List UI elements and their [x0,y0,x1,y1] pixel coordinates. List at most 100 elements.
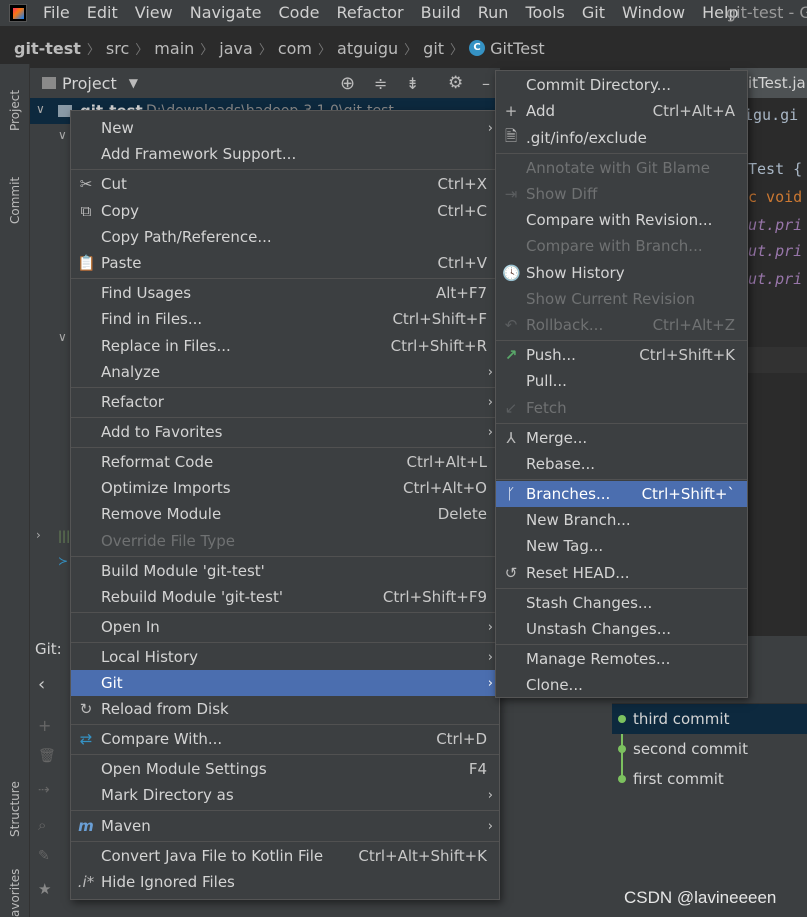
breadcrumb-item-src[interactable]: src [106,39,129,58]
menu-item-add-framework[interactable]: Add Framework Support... [71,141,499,167]
breadcrumb-item-gittest[interactable]: GitTest [490,39,545,58]
breadcrumb-item-main[interactable]: main [154,39,194,58]
chevron-down-icon[interactable]: ∨ [58,128,67,142]
menu-item-open-module-settings[interactable]: Open Module Settings F4 [71,756,499,782]
menu-item-cut[interactable]: ✂ Cut Ctrl+X [71,171,499,197]
menu-item-find-usages[interactable]: Find Usages Alt+F7 [71,280,499,306]
menu-item-commit-directory[interactable]: Commit Directory... [496,72,747,98]
trash-icon[interactable]: 🗑 [38,748,56,764]
menu-item-remove-module[interactable]: Remove Module Delete [71,501,499,527]
breadcrumb-item-com[interactable]: com [278,39,312,58]
menu-window[interactable]: Window [614,0,694,26]
menu-git[interactable]: Git [574,0,614,26]
menu-item-local-history[interactable]: Local History › [71,644,499,670]
menu-item-add-to-favorites[interactable]: Add to Favorites › [71,419,499,445]
menu-item-reset-head[interactable]: ↺ Reset HEAD... [496,560,747,586]
chevron-down-icon[interactable]: ∨ [36,102,45,116]
menu-item-reformat-code[interactable]: Reformat Code Ctrl+Alt+L [71,449,499,475]
menu-item-merge[interactable]: ⅄ Merge... [496,425,747,451]
project-panel-title[interactable]: Project [62,74,117,93]
menu-item-refactor[interactable]: Refactor › [71,389,499,415]
chevron-right-icon[interactable]: › [36,528,41,542]
menu-item-rebase[interactable]: Rebase... [496,451,747,477]
gear-icon[interactable]: ⚙ [448,73,463,93]
menu-edit[interactable]: Edit [79,0,127,26]
reset-icon: ↺ [504,564,518,582]
breadcrumb-item-java[interactable]: java [219,39,253,58]
commit-row[interactable]: third commit [612,704,807,734]
plus-icon[interactable]: + [38,716,51,735]
menu-item-show-diff: ⇥ Show Diff [496,181,747,207]
code-line: igu.gi [744,106,799,124]
commit-row[interactable]: second commit [612,734,807,764]
menu-item-reload-from-disk[interactable]: ↻ Reload from Disk [71,696,499,722]
menu-item-git-info-exclude[interactable]: 🗎 .git/info/exclude [496,125,747,151]
back-arrow-icon[interactable]: ‹ [38,674,45,695]
menu-item-compare-with-revision[interactable]: Compare with Revision... [496,207,747,233]
menu-tools[interactable]: Tools [517,0,573,26]
menu-item-pull[interactable]: Pull... [496,368,747,394]
chevron-down-icon[interactable]: ▼ [129,76,138,90]
code-line: c void [748,188,803,206]
crosshair-icon[interactable]: ⊕ [340,73,355,94]
expand-all-icon[interactable]: ≑ [374,74,387,93]
menu-item-replace-in-files[interactable]: Replace in Files... Ctrl+Shift+R [71,333,499,359]
menu-item-show-history[interactable]: 🕓 Show History [496,260,747,286]
tool-tab-favorites[interactable]: avorites [0,869,30,917]
minimize-icon[interactable]: – [482,74,490,93]
menu-navigate[interactable]: Navigate [182,0,271,26]
collapse-all-icon[interactable]: ⇟ [406,74,419,93]
menu-item-manage-remotes[interactable]: Manage Remotes... [496,646,747,672]
menu-item-new-tag[interactable]: New Tag... [496,533,747,559]
menu-item-copy[interactable]: ⧉ Copy Ctrl+C [71,198,499,224]
menu-item-paste[interactable]: 📋 Paste Ctrl+V [71,250,499,276]
fetch-icon: ↙ [504,399,518,417]
menu-item-clone[interactable]: Clone... [496,672,747,698]
menu-item-stash-changes[interactable]: Stash Changes... [496,590,747,616]
menu-item-convert-to-kotlin[interactable]: Convert Java File to Kotlin File Ctrl+Alt… [71,843,499,869]
menu-item-branches[interactable]: ᚴ Branches... Ctrl+Shift+` [496,481,747,507]
menu-code[interactable]: Code [271,0,329,26]
menu-item-new[interactable]: New › [71,115,499,141]
tool-tab-structure[interactable]: Structure [0,764,30,854]
breadcrumb-item-git[interactable]: git [423,39,444,58]
menu-item-optimize-imports[interactable]: Optimize Imports Ctrl+Alt+O [71,475,499,501]
menu-item-mark-directory-as[interactable]: Mark Directory as › [71,782,499,808]
star-icon[interactable]: ★ [38,880,51,898]
search-icon[interactable]: ⌕ [38,816,46,834]
menu-item-analyze[interactable]: Analyze › [71,359,499,385]
menu-item-annotate-git-blame: Annotate with Git Blame [526,159,710,177]
menu-item-find-in-files[interactable]: Find in Files... Ctrl+Shift+F [71,306,499,332]
breadcrumb-item-atguigu[interactable]: atguigu [337,39,398,58]
menu-item-override-file-type: Override File Type [101,532,235,550]
menu-build[interactable]: Build [413,0,470,26]
menu-item-new-branch[interactable]: New Branch... [496,507,747,533]
menu-refactor[interactable]: Refactor [328,0,412,26]
menu-item-open-in[interactable]: Open In › [71,614,499,640]
commit-dot-icon [618,715,626,723]
menu-item-rebuild-module[interactable]: Rebuild Module 'git-test' Ctrl+Shift+F9 [71,584,499,610]
menu-item-build-module[interactable]: Build Module 'git-test' [71,558,499,584]
left-tool-strip: Project Commit Structure avorites [0,64,30,917]
menu-item-add[interactable]: + Add Ctrl+Alt+A [496,98,747,124]
reload-icon: ↻ [79,700,93,718]
menu-file[interactable]: File [35,0,79,26]
menu-run[interactable]: Run [470,0,518,26]
menu-view[interactable]: View [127,0,182,26]
project-context-menu: New › Add Framework Support... ✂ Cut Ctrl+X… [70,110,500,900]
menu-item-copy-path[interactable]: Copy Path/Reference... [71,224,499,250]
breadcrumb-item-project[interactable]: git-test [14,39,81,58]
cherry-pick-icon[interactable]: ⇢ [38,782,50,798]
commit-row[interactable]: first commit [612,764,807,794]
tool-tab-commit[interactable]: Commit [0,160,30,240]
tool-tab-project[interactable]: Project [0,70,30,150]
git-panel-label: Git: [35,640,62,658]
menu-item-compare-with[interactable]: ⇄ Compare With... Ctrl+D [71,726,499,752]
menu-item-git[interactable]: Git › [71,670,499,696]
menu-item-unstash-changes[interactable]: Unstash Changes... [496,616,747,642]
menu-item-hide-ignored-files[interactable]: .i* Hide Ignored Files [71,869,499,895]
chevron-down-icon[interactable]: ∨ [58,330,67,344]
menu-item-push[interactable]: ↗ Push... Ctrl+Shift+K [496,342,747,368]
menu-item-maven[interactable]: m Maven › [71,813,499,839]
edit-icon[interactable]: ✎ [38,848,50,864]
